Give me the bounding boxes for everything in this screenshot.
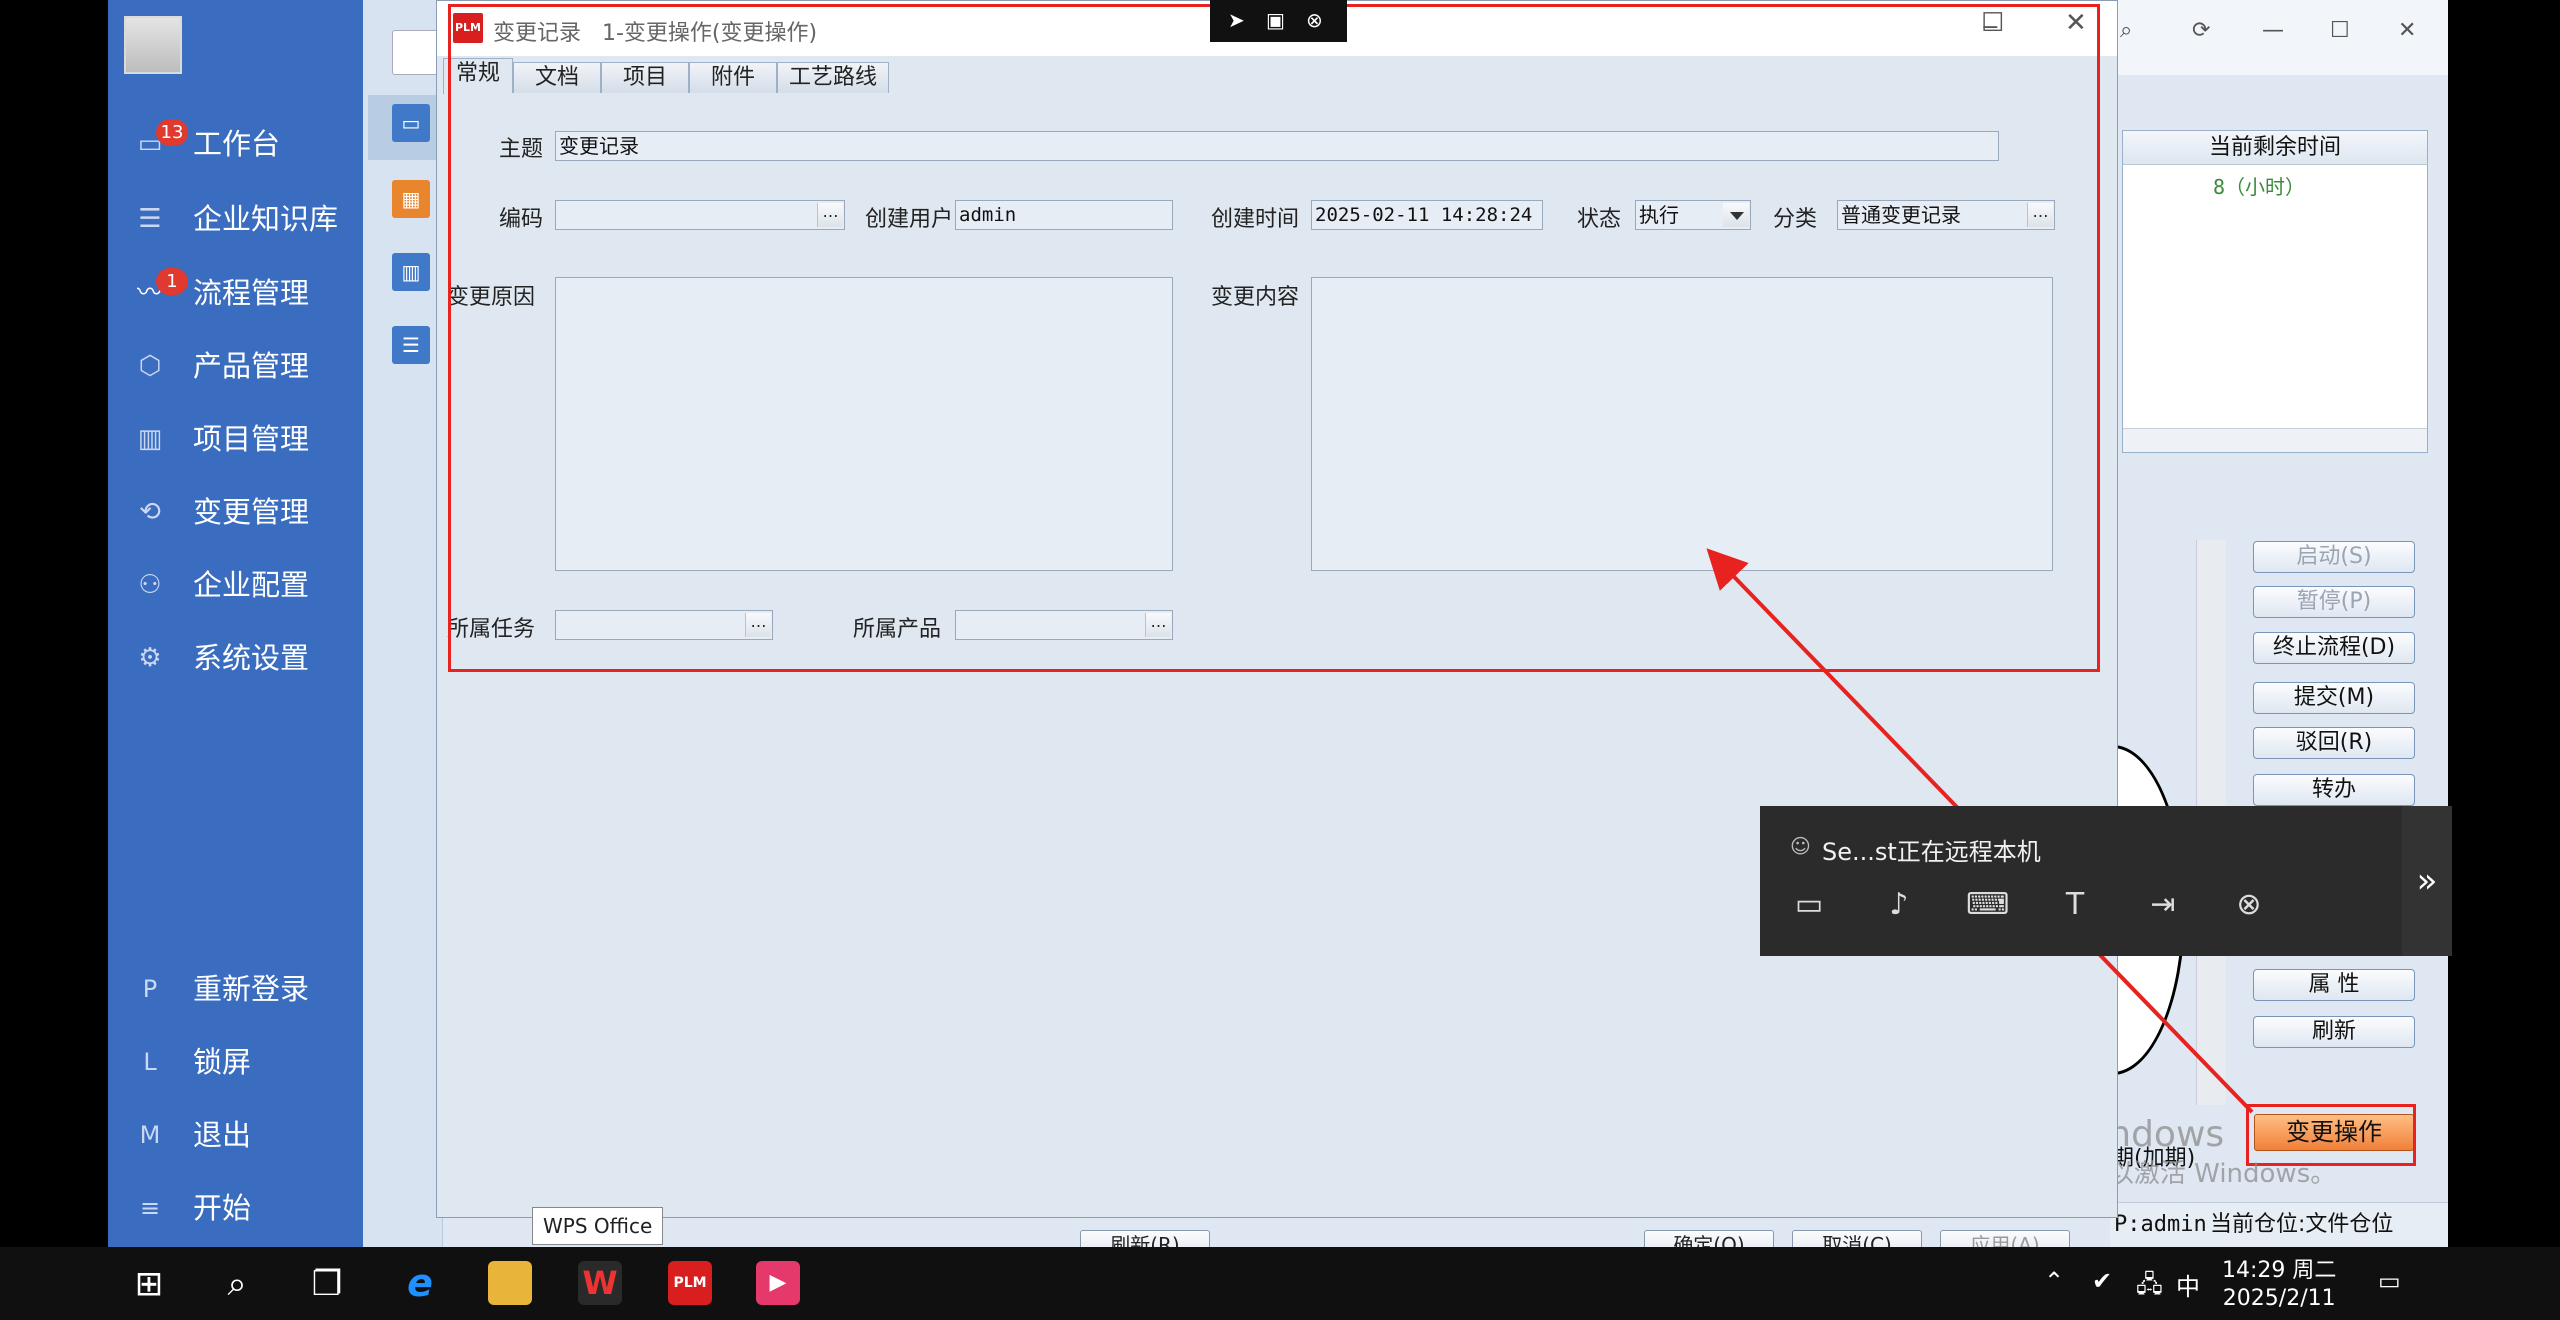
background-titlebar: ⌕ ⟳ — ☐ ✕: [2110, 0, 2448, 75]
lock-key: L: [143, 1048, 157, 1076]
taskbar-tooltip: WPS Office: [532, 1207, 664, 1245]
keyboard-icon[interactable]: ⌨: [1966, 884, 2009, 926]
ie-icon[interactable]: e: [398, 1261, 442, 1305]
person-icon: ☺: [1790, 834, 1811, 858]
chat-icon[interactable]: ▭: [1788, 884, 1830, 926]
sidebar-item-label: 系统设置: [193, 641, 310, 675]
toolstrip-search-input[interactable]: [392, 30, 442, 75]
column-remaining-time: 当前剩余时间: [2209, 135, 2342, 160]
microphone-icon[interactable]: ♪: [1878, 884, 1920, 926]
clock-date: 2025/2/11: [2222, 1286, 2336, 1311]
toolstrip-doc-icon[interactable]: ☰: [392, 326, 430, 364]
sidebar-item-config[interactable]: ⚇ 企业配置: [108, 554, 363, 616]
sidebar-item-label: 变更管理: [193, 495, 310, 529]
clock[interactable]: 14:29 周二 2025/2/11: [2222, 1257, 2336, 1313]
status-user: P:admin: [2114, 1212, 2207, 1237]
transfer-icon[interactable]: ⇥: [2142, 884, 2184, 926]
pointer-icon[interactable]: ➤: [1228, 8, 1245, 32]
highlight-box-form: [448, 4, 2100, 672]
properties-button[interactable]: 属 性: [2253, 969, 2415, 1001]
network-icon[interactable]: 🖧: [2136, 1267, 2163, 1308]
status-place: 当前仓位:文件仓位: [2210, 1212, 2394, 1237]
sidebar-item-project[interactable]: ▥ 项目管理: [108, 408, 363, 470]
ime-indicator[interactable]: 中: [2176, 1267, 2200, 1302]
sidebar: ▭ 13 工作台 ☰ 企业知识库 〰 1 流程管理 ⬡ 产品管理 ▥ 项目管理 …: [108, 0, 363, 1247]
toolstrip-monitor-icon[interactable]: ▭: [392, 104, 430, 142]
kuaizhi-icon[interactable]: ▶: [756, 1261, 800, 1305]
terminate-flow-button[interactable]: 终止流程(D): [2253, 632, 2415, 664]
remote-session-panel: ☺ Se...st正在远程本机 ▭ ♪ ⌨ T ⇥ ⊗: [1760, 806, 2452, 956]
task-view-icon[interactable]: ❐: [302, 1259, 352, 1309]
sidebar-item-label: 项目管理: [193, 422, 310, 456]
process-badge: 1: [156, 268, 188, 295]
sidebar-item-label: 企业配置: [193, 568, 310, 602]
sidebar-item-label: 流程管理: [193, 276, 310, 310]
status-bar: P:admin 当前仓位:文件仓位: [2110, 1202, 2448, 1247]
box-icon: ⬡: [138, 351, 162, 381]
pause-button[interactable]: 暂停(P): [2253, 586, 2415, 618]
refresh-button[interactable]: 刷新: [2253, 1016, 2415, 1048]
gear-icon: ⚙: [138, 643, 162, 673]
windows-start-icon[interactable]: ⊞: [124, 1259, 174, 1309]
background-task-table: 当前剩余时间 8（小时）: [2122, 130, 2428, 453]
start-label: 开始: [193, 1191, 252, 1225]
close-circle-icon[interactable]: ⊗: [1306, 8, 1323, 32]
remote-status-text: Se...st正在远程本机: [1822, 838, 2041, 866]
sidebar-item-knowledge[interactable]: ☰ 企业知识库: [108, 188, 363, 250]
text-icon[interactable]: T: [2054, 884, 2096, 926]
sidebar-item-process[interactable]: 〰 1 流程管理: [108, 262, 363, 324]
start-button[interactable]: 启动(S): [2253, 541, 2415, 573]
table-scrollbar[interactable]: [2123, 428, 2427, 452]
sidebar-lock[interactable]: L 锁屏: [108, 1031, 363, 1093]
toolstrip-chart-icon[interactable]: ▥: [392, 253, 430, 291]
screen: ▭ 13 工作台 ☰ 企业知识库 〰 1 流程管理 ⬡ 产品管理 ▥ 项目管理 …: [0, 0, 2560, 1320]
submit-button[interactable]: 提交(M): [2253, 682, 2415, 714]
wps-icon[interactable]: W: [578, 1261, 622, 1305]
table-header: 当前剩余时间: [2123, 131, 2427, 165]
table-cell-remaining: 8（小时）: [2213, 175, 2306, 199]
file-explorer-icon[interactable]: [488, 1261, 532, 1305]
sidebar-start[interactable]: ≡ 开始: [108, 1177, 363, 1239]
refresh-icon[interactable]: ⟳: [2192, 18, 2210, 43]
toolstrip-calc-icon[interactable]: ▦: [392, 180, 430, 218]
exit-key: M: [139, 1121, 161, 1149]
workbench-badge: 13: [156, 119, 188, 146]
notification-icon[interactable]: ▭: [2378, 1267, 2401, 1295]
vpn-icon[interactable]: ✔: [2092, 1267, 2112, 1295]
relogin-label: 重新登录: [193, 972, 310, 1006]
change-icon: ⟲: [139, 497, 161, 527]
expand-panel-button[interactable]: »: [2402, 806, 2452, 956]
search-icon[interactable]: ⌕: [2120, 18, 2132, 43]
relogin-key: P: [142, 975, 158, 1003]
sidebar-item-change[interactable]: ⟲ 变更管理: [108, 481, 363, 543]
maximize-icon[interactable]: ☐: [2330, 18, 2350, 43]
taskbar: ⊞ ⌕ ❐ e W PLM ▶ ⌃ ✔ 🖧 中 14:29 周二 2025/2/…: [0, 1247, 2560, 1320]
remote-control-bar: ➤ ▣ ⊗: [1210, 0, 1347, 42]
reject-button[interactable]: 驳回(R): [2253, 727, 2415, 759]
sidebar-exit[interactable]: M 退出: [108, 1104, 363, 1166]
users-icon: ⚇: [138, 570, 162, 600]
clock-time: 14:29 周二: [2222, 1258, 2337, 1283]
plm-taskbar-icon[interactable]: PLM: [668, 1261, 712, 1305]
sidebar-item-label: 企业知识库: [193, 202, 339, 236]
chart-icon: ▥: [137, 424, 163, 454]
lock-label: 锁屏: [193, 1045, 252, 1079]
minimize-icon[interactable]: —: [2262, 18, 2284, 43]
avatar[interactable]: [124, 16, 182, 74]
chevron-up-icon[interactable]: ⌃: [2044, 1267, 2064, 1295]
sidebar-item-label: 产品管理: [193, 349, 310, 383]
sidebar-item-label: 工作台: [193, 127, 281, 161]
sidebar-relogin[interactable]: P 重新登录: [108, 958, 363, 1020]
book-icon: ☰: [138, 204, 162, 234]
sidebar-item-workbench[interactable]: ▭ 13 工作台: [108, 113, 363, 175]
close-circle-icon[interactable]: ⊗: [2228, 884, 2270, 926]
search-icon[interactable]: ⌕: [212, 1259, 262, 1309]
sidebar-item-settings[interactable]: ⚙ 系统设置: [108, 627, 363, 689]
sidebar-item-product[interactable]: ⬡ 产品管理: [108, 335, 363, 397]
start-key: ≡: [139, 1194, 161, 1222]
screen-icon[interactable]: ▣: [1266, 8, 1285, 32]
exit-label: 退出: [193, 1118, 252, 1152]
close-icon[interactable]: ✕: [2398, 18, 2416, 43]
transfer-button[interactable]: 转办: [2253, 774, 2415, 806]
